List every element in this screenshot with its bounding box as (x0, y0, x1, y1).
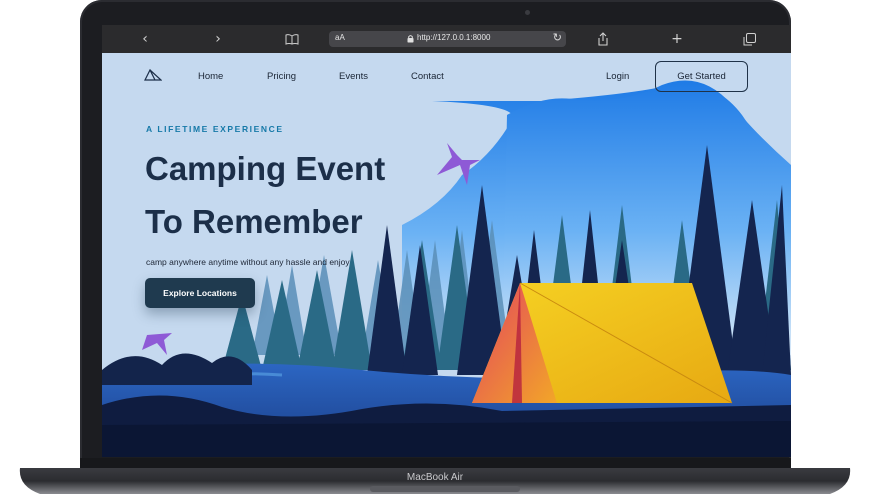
nav-pricing[interactable]: Pricing (267, 71, 296, 82)
hero-subtitle: camp anywhere anytime without any hassle… (146, 257, 350, 267)
nav-events[interactable]: Events (339, 71, 368, 82)
explore-locations-button[interactable]: Explore Locations (145, 278, 255, 308)
browser-screen: ‹ › aA http://127.0.0.1:8000 ↻ + Home Pr… (102, 25, 791, 457)
nav-contact[interactable]: Contact (411, 71, 444, 82)
address-bar[interactable]: aA http://127.0.0.1:8000 ↻ (329, 31, 566, 47)
chevron-left-icon[interactable]: ‹ (135, 30, 155, 48)
get-started-button[interactable]: Get Started (655, 61, 748, 92)
hero-eyebrow: A LIFETIME EXPERIENCE (146, 124, 284, 134)
hero-title-line2: To Remember (145, 203, 363, 240)
login-link[interactable]: Login (606, 71, 629, 82)
hero-title-line1: Camping Event (145, 150, 386, 187)
chevron-right-icon[interactable]: › (208, 30, 228, 48)
lock-icon (407, 35, 414, 43)
tent-logo-icon[interactable] (144, 69, 162, 81)
plus-icon[interactable]: + (667, 30, 687, 48)
camera-icon (525, 10, 530, 15)
text-size-button[interactable]: aA (335, 33, 345, 42)
book-icon[interactable] (282, 30, 302, 48)
url-text: http://127.0.0.1:8000 (417, 33, 491, 42)
device-label: MacBook Air (406, 472, 464, 483)
nav-home[interactable]: Home (198, 71, 223, 82)
tabs-icon[interactable] (740, 30, 760, 48)
share-icon[interactable] (593, 30, 613, 48)
reload-icon[interactable]: ↻ (553, 31, 562, 44)
browser-toolbar: ‹ › aA http://127.0.0.1:8000 ↻ + (102, 25, 791, 53)
